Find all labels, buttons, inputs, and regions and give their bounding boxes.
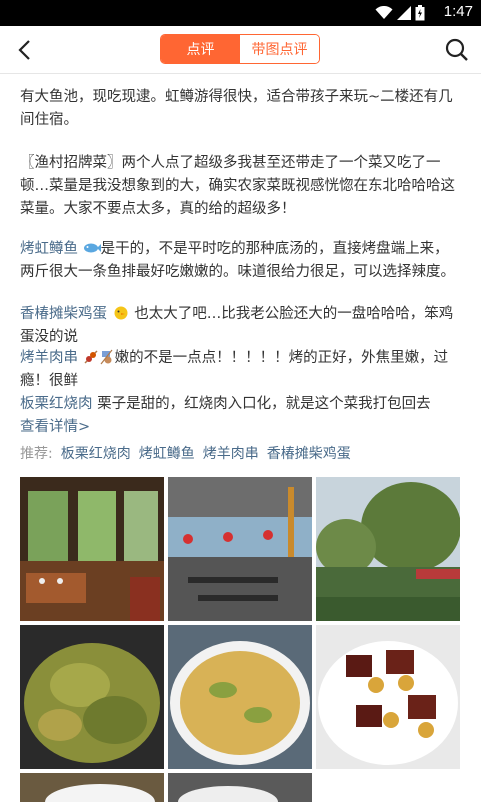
recommend-tag[interactable]: 烤虹鳟鱼 — [139, 443, 195, 463]
wifi-icon — [375, 6, 393, 19]
status-icons — [375, 5, 425, 21]
dish-link-xiangchunjidan[interactable]: 香椿摊柴鸡蛋 — [20, 306, 107, 322]
review-photo-fried-greens[interactable] — [20, 625, 164, 769]
dish-paragraph-2: 香椿摊柴鸡蛋 也太大了吧…比我老公脸还大的一盘哈哈哈，笨鸡蛋没的说 — [20, 303, 462, 349]
recommend-tag[interactable]: 香椿摊柴鸡蛋 — [267, 443, 351, 463]
dish-link-kaoyangrouchuan[interactable]: 烤羊肉串 — [20, 350, 78, 366]
review-photo-egg-pancake[interactable] — [168, 625, 312, 769]
review-photo-terrace[interactable] — [168, 477, 312, 621]
back-arrow-icon[interactable] — [12, 36, 40, 64]
tab-photo-review[interactable]: 带图点评 — [240, 35, 319, 63]
signal-icon — [397, 6, 411, 20]
review-photo-dining-room[interactable] — [20, 477, 164, 621]
nav-bar: 点评 带图点评 — [0, 26, 481, 74]
dish-paragraph-3: 烤羊肉串 嫩的不是一点点！！！！！烤的正好，外焦里嫩，过瘾！很鲜 — [20, 347, 462, 393]
review-photo-garden[interactable] — [316, 477, 460, 621]
review-photo-chestnut-pork[interactable] — [316, 625, 460, 769]
review-paragraph-1: 有大鱼池，现吃现逮。虹鳟游得很快，适合带孩子来玩~二楼还有几间住宿。 — [20, 89, 453, 128]
review-tab-switch: 点评 带图点评 — [160, 34, 320, 64]
meat-skewer-emoji-icon — [84, 350, 98, 364]
tab-review[interactable]: 点评 — [161, 35, 240, 63]
recommend-label: 推荐: — [20, 446, 53, 462]
search-icon[interactable] — [443, 36, 471, 64]
review-photo-8[interactable] — [168, 773, 312, 802]
battery-icon — [415, 5, 425, 21]
dish-link-banlihongshaorou[interactable]: 板栗红烧肉 — [20, 396, 93, 412]
review-photo-7[interactable] — [20, 773, 164, 802]
dish-paragraph-1: 烤虹鳟鱼 是干的，不是平时吃的那种底汤的，直接烤盘端上来，两斤很大一条鱼排最好吃… — [20, 238, 462, 284]
oden-emoji-icon — [100, 349, 113, 365]
recommend-tag[interactable]: 板栗红烧肉 — [61, 443, 131, 463]
review-paragraph-2: 〖渔村招牌菜〗两个人点了超级多我甚至还带走了一个菜又吃了一顿…菜量是我没想象到的… — [20, 155, 455, 217]
dish-text-4: 栗子是甜的，红烧肉入口化，就是这个菜我打包回去 — [97, 396, 431, 412]
dish-link-kaohongzunyu[interactable]: 烤虹鳟鱼 — [20, 241, 78, 257]
status-bar: 1:47 — [0, 0, 481, 26]
dish-paragraph-4: 板栗红烧肉 栗子是甜的，红烧肉入口化，就是这个菜我打包回去 — [20, 393, 462, 416]
chick-emoji-icon — [114, 306, 128, 320]
recommend-tag[interactable]: 烤羊肉串 — [203, 443, 259, 463]
recommended-dishes: 推荐: 板栗红烧肉 烤虹鳟鱼 烤羊肉串 香椿摊柴鸡蛋 — [20, 443, 351, 463]
fish-emoji-icon — [83, 243, 101, 253]
status-time: 1:47 — [443, 3, 473, 20]
view-details-link[interactable]: 查看详情> — [20, 415, 90, 436]
